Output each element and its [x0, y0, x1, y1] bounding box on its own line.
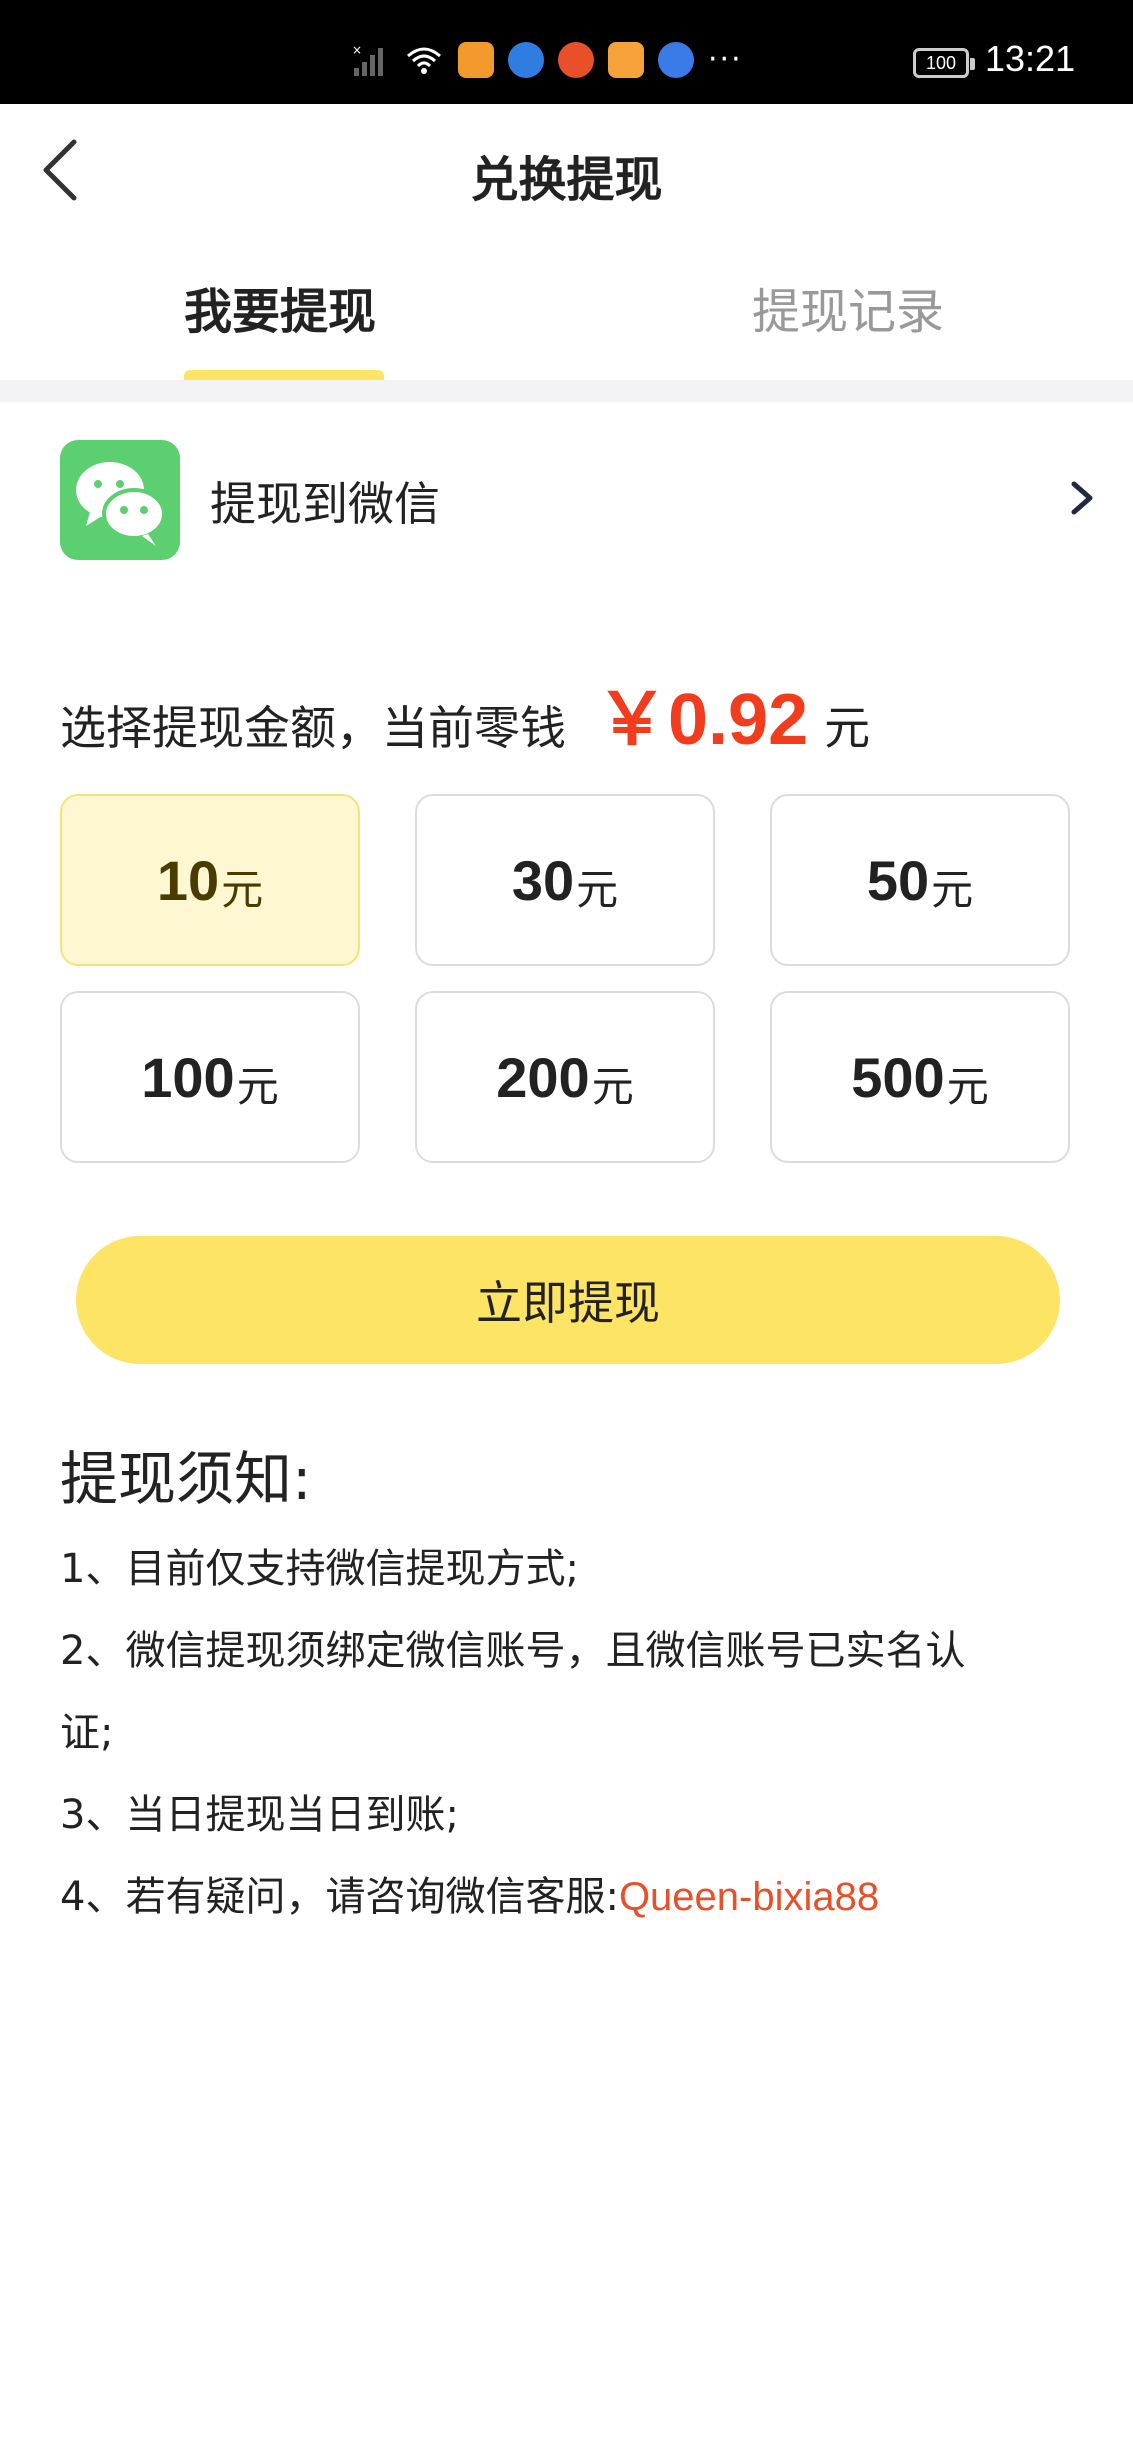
- balance-value: ￥0.92: [596, 680, 809, 760]
- balance-unit: 元: [824, 701, 871, 755]
- amount-prompt-line: 选择提现金额，当前零钱 ￥0.92 元: [60, 660, 870, 760]
- tab-withdraw[interactable]: 我要提现: [184, 272, 376, 342]
- app-notification-icon: [558, 42, 594, 78]
- app-notification-icon: [508, 42, 544, 78]
- app-notification-icon: [458, 42, 494, 78]
- notice-title: 提现须知:: [60, 1445, 312, 1513]
- option-amount: 50: [866, 848, 930, 912]
- wechat-label: 提现到微信: [210, 477, 440, 531]
- withdraw-now-button[interactable]: 立即提现: [76, 1236, 1060, 1364]
- svg-text:×: ×: [352, 43, 362, 57]
- option-unit: 元: [946, 1061, 989, 1111]
- option-amount: 500: [851, 1045, 945, 1109]
- option-unit: 元: [576, 864, 619, 914]
- notice-line: 1、目前仅支持微信提现方式;: [60, 1546, 579, 1592]
- battery-icon: 100: [913, 48, 975, 78]
- amount-option-50[interactable]: 50 元: [770, 794, 1070, 966]
- status-time: 13:21: [985, 38, 1076, 79]
- notice-line: 证;: [60, 1710, 114, 1756]
- more-notifications-icon: ···: [708, 42, 743, 77]
- section-divider: [0, 380, 1133, 402]
- option-unit: 元: [931, 864, 974, 914]
- header: 兑换提现: [0, 104, 1133, 236]
- option-unit: 元: [236, 1061, 279, 1111]
- amount-option-100[interactable]: 100 元: [60, 991, 360, 1163]
- option-amount: 200: [496, 1045, 590, 1109]
- wechat-icon: [60, 440, 180, 560]
- notice-line: 3、当日提现当日到账;: [60, 1792, 459, 1838]
- amount-option-500[interactable]: 500 元: [770, 991, 1070, 1163]
- signal-icon: ×: [352, 43, 383, 76]
- status-bar: × ··· 100 13:21: [0, 0, 1133, 104]
- option-amount: 30: [511, 848, 575, 912]
- notice-line: 2、微信提现须绑定微信账号，且微信账号已实名认: [60, 1628, 966, 1674]
- amount-option-30[interactable]: 30 元: [415, 794, 715, 966]
- wifi-icon: [407, 47, 441, 74]
- app-notification-icon: [658, 42, 694, 78]
- app-notification-icon: [608, 42, 644, 78]
- option-amount: 10: [156, 848, 220, 912]
- page-title: 兑换提现: [470, 152, 663, 208]
- support-contact-link[interactable]: Queen-bixia88: [619, 1875, 879, 1919]
- tab-bar: 我要提现 提现记录: [0, 236, 1133, 382]
- amount-prompt: 选择提现金额，当前零钱: [60, 701, 566, 755]
- option-amount: 100: [141, 1045, 235, 1109]
- notice-contact-line: 4、若有疑问，请咨询微信客服:Queen-bixia88: [60, 1864, 879, 1922]
- option-unit: 元: [221, 864, 264, 914]
- tab-withdraw-history[interactable]: 提现记录: [752, 272, 944, 342]
- amount-option-10[interactable]: 10 元: [60, 794, 360, 966]
- withdraw-to-wechat-row[interactable]: 提现到微信: [0, 420, 1133, 580]
- notice-line: 4、若有疑问，请咨询微信客服:: [60, 1874, 619, 1920]
- amount-option-200[interactable]: 200 元: [415, 991, 715, 1163]
- option-unit: 元: [591, 1061, 634, 1111]
- status-icons: × ···: [350, 40, 743, 80]
- chevron-right-icon: [1071, 481, 1093, 515]
